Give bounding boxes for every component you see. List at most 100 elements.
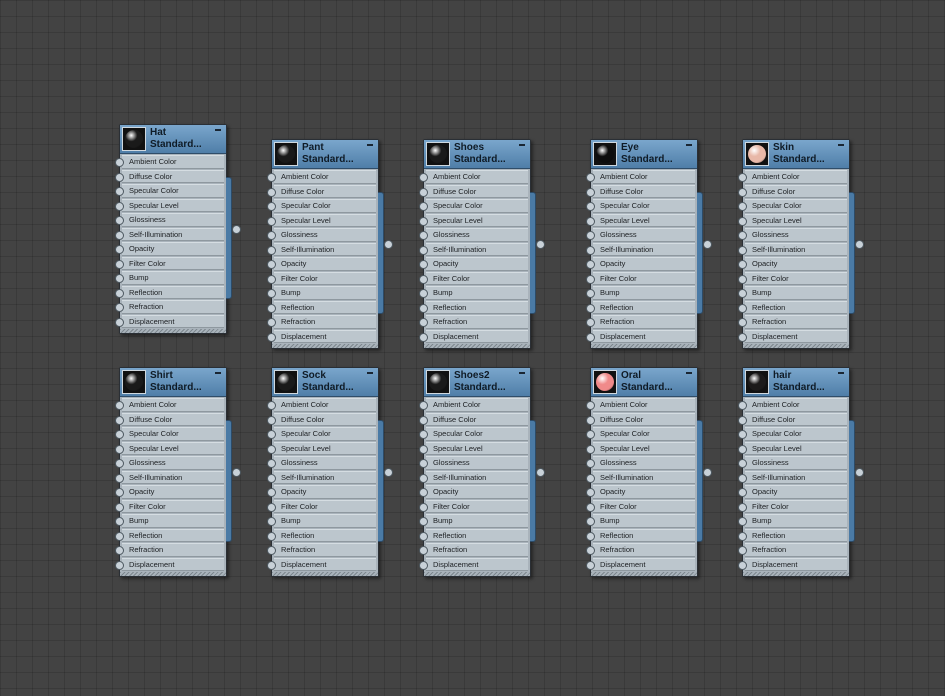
input-socket[interactable] [419,502,428,512]
material-slot[interactable]: Refraction [586,543,695,557]
input-socket[interactable] [115,216,124,225]
material-slot[interactable]: Displacement [115,314,224,328]
material-slot[interactable]: Opacity [115,485,224,499]
output-socket[interactable] [536,468,545,477]
input-socket[interactable] [586,303,595,313]
material-slot[interactable]: Bump [267,286,376,300]
input-socket[interactable] [115,430,124,439]
input-socket[interactable] [419,274,428,284]
material-slot[interactable]: Opacity [586,485,695,499]
material-slot[interactable]: Specular Color [586,427,695,441]
input-socket[interactable] [586,274,595,284]
input-socket[interactable] [115,245,124,254]
material-slot[interactable]: Filter Color [267,499,376,513]
material-preview-swatch[interactable] [745,370,769,394]
input-socket[interactable] [267,459,276,468]
material-slot[interactable]: Bump [738,286,847,300]
material-slot[interactable]: Ambient Color [738,398,847,412]
input-socket[interactable] [586,173,595,182]
material-slot[interactable]: Ambient Color [586,398,695,412]
material-slot[interactable]: Specular Level [738,441,847,455]
material-node-shirt[interactable]: Shirt Standard... Ambient Color Diffuse Col… [115,367,241,577]
input-socket[interactable] [586,231,595,240]
material-slot[interactable]: Bump [267,514,376,528]
material-slot[interactable]: Refraction [738,315,847,329]
material-slot[interactable]: Glossiness [738,228,847,242]
material-node-header[interactable]: Hat Standard... [120,125,226,154]
input-socket[interactable] [738,415,747,425]
input-socket[interactable] [267,415,276,425]
input-socket[interactable] [419,430,428,439]
input-socket[interactable] [419,444,428,454]
input-socket[interactable] [115,502,124,512]
collapse-icon[interactable] [838,144,844,146]
input-socket[interactable] [419,488,428,497]
input-socket[interactable] [267,430,276,439]
material-slot[interactable]: Self-Illumination [738,242,847,256]
input-socket[interactable] [267,502,276,512]
material-preview-swatch[interactable] [745,142,769,166]
material-slot[interactable]: Specular Level [738,213,847,227]
input-socket[interactable] [419,187,428,197]
input-socket[interactable] [419,173,428,182]
material-slot[interactable]: Refraction [267,543,376,557]
material-slot[interactable]: Specular Color [115,184,224,198]
material-node-header[interactable]: hair Standard... [743,368,849,397]
material-slot[interactable]: Specular Color [419,427,528,441]
material-slot[interactable]: Specular Level [586,213,695,227]
input-socket[interactable] [419,401,428,410]
material-slot[interactable]: Ambient Color [267,398,376,412]
input-socket[interactable] [738,332,747,342]
material-slot[interactable]: Filter Color [586,271,695,285]
material-slot[interactable]: Reflection [115,285,224,299]
material-node-pant[interactable]: Pant Standard... Ambient Color Diffuse Colo… [267,139,393,349]
resize-grip[interactable] [424,572,530,576]
material-preview-swatch[interactable] [122,370,146,394]
material-slot[interactable]: Opacity [419,485,528,499]
material-slot[interactable]: Bump [419,286,528,300]
material-slot[interactable]: Specular Color [115,427,224,441]
input-socket[interactable] [267,303,276,313]
input-socket[interactable] [267,274,276,284]
collapse-icon[interactable] [215,129,221,131]
collapse-icon[interactable] [367,144,373,146]
input-socket[interactable] [586,245,595,255]
input-socket[interactable] [586,415,595,425]
material-node-eye[interactable]: Eye Standard... Ambient Color Diffuse Color… [586,139,712,349]
collapse-icon[interactable] [367,372,373,374]
input-socket[interactable] [738,216,747,226]
input-socket[interactable] [419,289,428,298]
input-socket[interactable] [738,531,747,541]
input-socket[interactable] [738,289,747,298]
input-socket[interactable] [586,318,595,327]
material-slot[interactable]: Specular Level [267,441,376,455]
input-socket[interactable] [738,473,747,483]
input-socket[interactable] [115,201,124,211]
input-socket[interactable] [419,202,428,211]
input-socket[interactable] [738,546,747,555]
material-node-shoes[interactable]: Shoes Standard... Ambient Color Diffuse Col… [419,139,545,349]
material-slot[interactable]: Diffuse Color [115,412,224,426]
input-socket[interactable] [586,216,595,226]
material-slot[interactable]: Ambient Color [419,398,528,412]
material-slot[interactable]: Bump [586,286,695,300]
material-slot[interactable]: Self-Illumination [267,470,376,484]
input-socket[interactable] [115,488,124,497]
input-socket[interactable] [738,245,747,255]
input-socket[interactable] [267,216,276,226]
material-slot[interactable]: Diffuse Color [115,169,224,183]
input-socket[interactable] [738,187,747,197]
material-slot[interactable]: Refraction [115,300,224,314]
input-socket[interactable] [419,459,428,468]
collapse-icon[interactable] [519,372,525,374]
material-slot[interactable]: Filter Color [586,499,695,513]
input-socket[interactable] [115,444,124,454]
resize-grip[interactable] [120,572,226,576]
input-socket[interactable] [419,245,428,255]
material-slot[interactable]: Glossiness [267,456,376,470]
input-socket[interactable] [267,546,276,555]
output-socket[interactable] [232,468,241,477]
collapse-icon[interactable] [519,144,525,146]
material-slot[interactable]: Ambient Color [115,398,224,412]
material-slot[interactable]: Ambient Color [738,170,847,184]
